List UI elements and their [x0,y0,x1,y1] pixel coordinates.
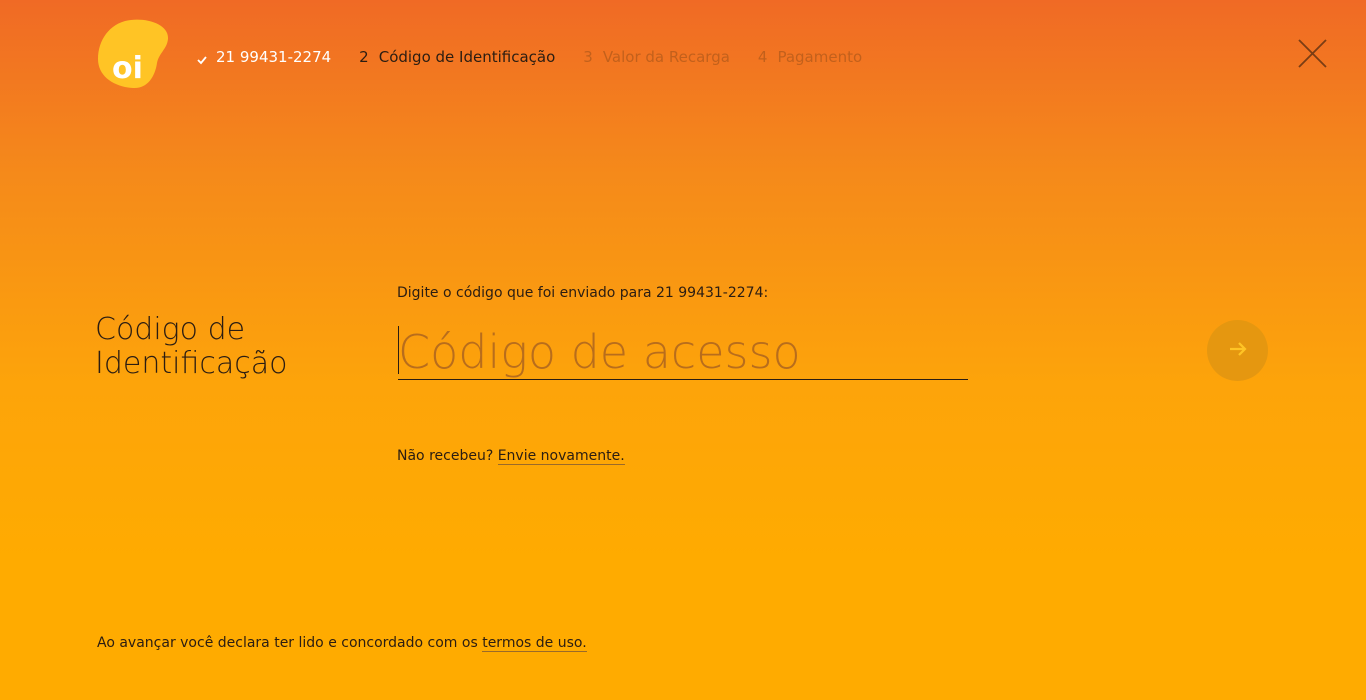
step-payment-label: Pagamento [777,48,863,66]
progress-steps: 21 99431-2274 2 Código de Identificação … [197,46,890,68]
resend-row: Não recebeu? Envie novamente. [397,448,625,465]
svg-text:oi: oi [112,51,143,86]
step-identification-label: Código de Identificação [378,48,556,66]
access-code-input[interactable] [398,324,968,380]
step-phone-label: 21 99431-2274 [216,48,332,66]
step-payment: 4 Pagamento [758,48,862,66]
text-caret [398,326,399,374]
step-identification-number: 2 [359,48,369,66]
oi-logo-mark: oi [98,19,169,89]
section-title: Código de Identificação [95,312,288,381]
terms-text: Ao avançar você declara ter lido e conco… [97,635,478,651]
next-button[interactable] [1207,320,1268,381]
step-payment-number: 4 [757,48,768,66]
resend-text: Não recebeu? [397,448,494,464]
step-identification: 2 Código de Identificação [359,48,555,66]
oi-logo[interactable]: oi oi [97,19,169,89]
resend-link[interactable]: Envie novamente. [497,448,625,465]
check-icon [197,51,207,65]
step-recharge-value: 3 Valor da Recarga [583,48,730,66]
close-icon[interactable] [1297,38,1328,69]
code-prompt: Digite o código que foi enviado para 21 … [397,285,769,301]
step-phone[interactable]: 21 99431-2274 [197,48,331,66]
terms-row: Ao avançar você declara ter lido e conco… [97,635,587,652]
arrow-right-icon [1229,341,1247,360]
step-recharge-value-label: Valor da Recarga [602,48,730,66]
terms-link[interactable]: termos de uso. [482,635,587,652]
step-recharge-value-number: 3 [583,48,593,66]
